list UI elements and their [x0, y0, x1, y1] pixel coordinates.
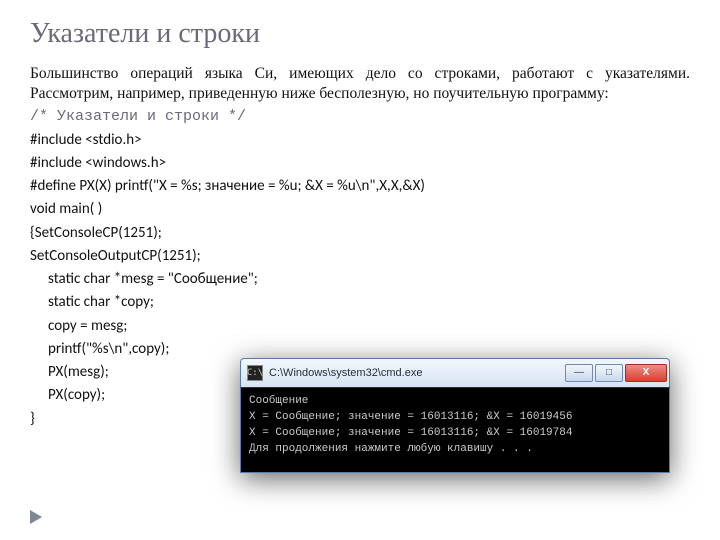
titlebar[interactable]: C:\ C:\Windows\system32\cmd.exe — □ X [240, 358, 670, 387]
output-line: X = Сообщение; значение = 16013116; &X =… [249, 426, 661, 442]
code-line: static char *mesg = "Сообщение"; [30, 268, 690, 291]
output-line: Для продолжения нажмите любую клавишу . … [249, 442, 661, 458]
page-title: Указатели и строки [30, 18, 690, 50]
code-line: {SetConsoleCP(1251); [30, 222, 690, 245]
code-line: #include <windows.h> [30, 152, 690, 175]
terminal-output: Сообщение X = Сообщение; значение = 1601… [240, 387, 670, 473]
output-line: Сообщение [249, 394, 661, 410]
close-button[interactable]: X [625, 364, 667, 382]
code-line: #include <stdio.h> [30, 129, 690, 152]
slide-arrow-icon [30, 510, 48, 524]
console-window: C:\ C:\Windows\system32\cmd.exe — □ X Со… [240, 358, 670, 473]
code-line: SetConsoleOutputCP(1251); [30, 245, 690, 268]
code-line: static char *copy; [30, 291, 690, 314]
cmd-icon: C:\ [247, 365, 263, 381]
code-comment: /* Указатели и строки */ [30, 108, 690, 125]
body-text: Большинство операций языка Си, имеющих д… [30, 64, 690, 104]
code-line: #define PX(X) printf("X = %s; значение =… [30, 175, 690, 198]
minimize-button[interactable]: — [565, 364, 593, 382]
window-title: C:\Windows\system32\cmd.exe [269, 367, 565, 379]
maximize-button[interactable]: □ [595, 364, 623, 382]
code-line: copy = mesg; [30, 315, 690, 338]
code-line: void main( ) [30, 198, 690, 221]
output-line: X = Сообщение; значение = 16013116; &X =… [249, 410, 661, 426]
